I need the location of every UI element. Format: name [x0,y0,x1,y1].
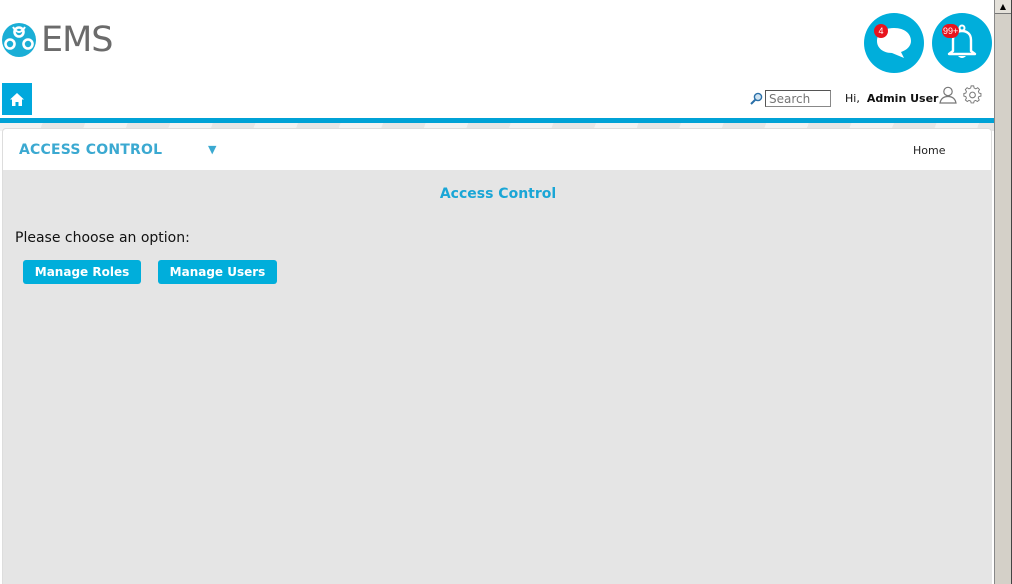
search-input[interactable] [765,90,831,107]
scroll-up-arrow-icon[interactable]: ▲ [995,0,1011,14]
option-prompt: Please choose an option: [15,230,190,246]
home-button[interactable] [2,83,32,115]
search-box [750,90,831,107]
settings-gear-icon[interactable] [963,85,982,104]
manage-users-button[interactable]: Manage Users [158,260,277,284]
user-greeting: Hi, Admin User [845,92,938,105]
user-name: Admin User [866,92,939,105]
panel-header: ACCESS CONTROL ▼ Home [2,128,992,170]
content-title: Access Control [439,186,557,202]
manage-roles-button[interactable]: Manage Roles [23,260,141,284]
logo-text: EMS [41,20,114,60]
home-icon [10,92,24,106]
notifications-badge: 99+ [942,24,960,38]
panel-body: Access Control Please choose an option: … [2,170,992,584]
user-profile-icon[interactable] [939,86,957,104]
greeting-prefix: Hi, [845,92,860,105]
messages-badge: 4 [874,24,888,38]
section-dropdown-icon[interactable]: ▼ [208,143,216,156]
page: EMS 4 99+ Hi, Admin User [0,0,994,584]
search-icon[interactable] [750,92,763,105]
logo-icon [2,23,36,57]
breadcrumb-home[interactable]: Home [913,144,945,157]
logo[interactable]: EMS [2,20,114,60]
section-title: ACCESS CONTROL [19,142,163,158]
notifications-button[interactable]: 99+ [932,13,992,73]
messages-button[interactable]: 4 [864,13,924,73]
vertical-scrollbar[interactable]: ▲ [994,0,1012,584]
